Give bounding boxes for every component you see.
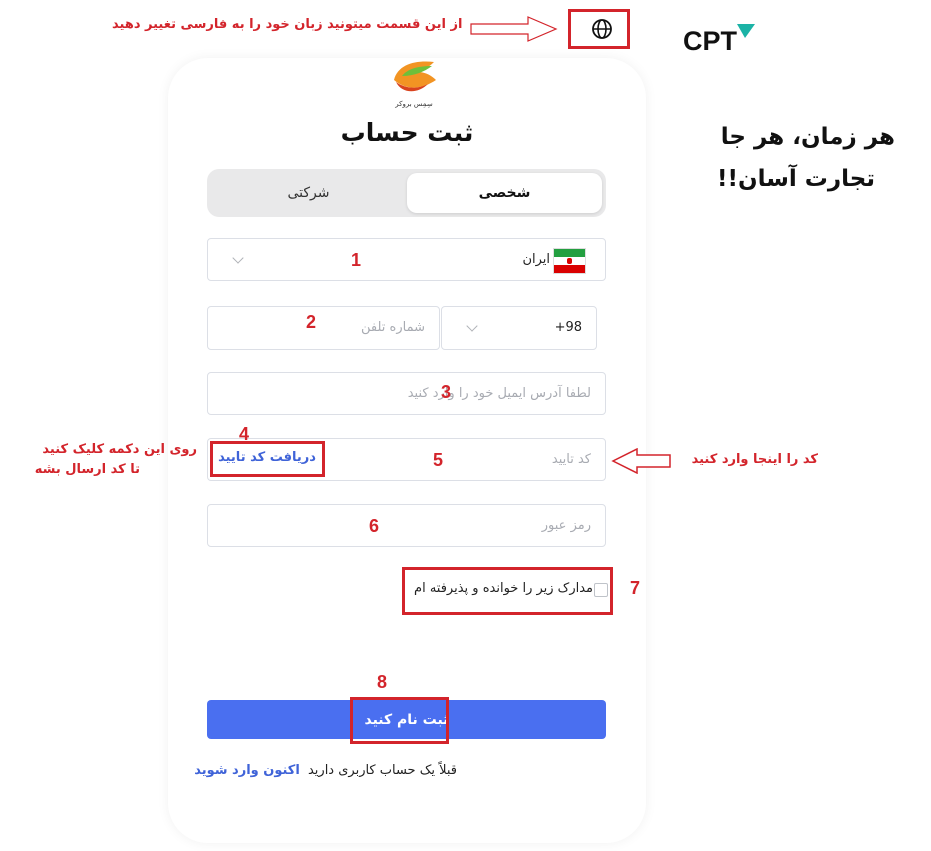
phone-code-select[interactable]: +98 [441, 306, 597, 350]
iran-flag-icon [553, 248, 586, 274]
annotation-number-2: 2 [306, 312, 317, 332]
chevron-down-icon [232, 252, 244, 264]
get-code-hint-line2: تا کد ارسال بشه [34, 462, 140, 477]
phone-code-value: +98 [554, 320, 582, 335]
terms-label: مدارک زیر را خوانده و پذیرفته ام [414, 581, 593, 596]
language-hint-annotation: از این قسمت میتونید زبان خود را به فارسی… [112, 17, 463, 32]
country-select[interactable]: ایران [207, 238, 606, 281]
password-placeholder: رمز عبور [541, 518, 591, 533]
site-logo-icon [394, 61, 436, 92]
email-input[interactable]: لطفا آدرس ایمیل خود را وارد کنید [207, 372, 606, 415]
get-code-button[interactable]: دریافت کد تایید [214, 450, 320, 465]
verification-placeholder: کد تایید [551, 452, 591, 467]
chevron-down-icon [466, 320, 478, 332]
terms-checkbox[interactable] [594, 583, 608, 597]
tab-company[interactable]: شرکتی [211, 173, 406, 213]
logo-accent-icon [737, 24, 755, 38]
annotation-number-7: 7 [630, 578, 641, 598]
slogan-line2: تجارت آسان!! [717, 166, 875, 192]
page-title: ثبت حساب [340, 118, 474, 147]
password-input[interactable]: رمز عبور [207, 504, 606, 547]
login-prompt-text: قبلاً یک حساب کاربری دارید [307, 763, 457, 778]
phone-placeholder: شماره تلفن [361, 320, 425, 335]
annotation-number-6: 6 [369, 516, 380, 536]
annotation-number-8: 8 [377, 672, 388, 692]
country-value: ایران [522, 252, 550, 267]
phone-number-input[interactable]: شماره تلفن [207, 306, 440, 350]
login-link[interactable]: اکنون وارد شوید [194, 763, 300, 778]
cpt-logo: CPT [683, 24, 755, 60]
slogan-line1: هر زمان، هر جا [720, 124, 895, 150]
annotation-number-4: 4 [239, 424, 250, 444]
annotation-number-5: 5 [433, 450, 444, 470]
language-button[interactable] [590, 17, 614, 41]
site-logo-caption: سِمِس بروکر [395, 100, 433, 108]
get-code-hint-line1: روی این دکمه کلیک کنید [42, 442, 197, 457]
site-logo: سِمِس بروکر [388, 58, 440, 108]
email-placeholder: لطفا آدرس ایمیل خود را وارد کنید [407, 386, 591, 401]
code-field-hint-annotation: کد را اینجا وارد کنید [691, 452, 818, 467]
account-type-tabs: شخصی شرکتی [207, 169, 606, 217]
login-prompt: قبلاً یک حساب کاربری دارید اکنون وارد شو… [194, 763, 457, 778]
arrow-right-annotation [470, 16, 558, 42]
globe-icon [592, 19, 612, 39]
tab-personal[interactable]: شخصی [407, 173, 602, 213]
arrow-left-annotation [611, 448, 671, 474]
annotation-number-3: 3 [441, 382, 452, 402]
submit-highlight-box [350, 697, 449, 744]
annotation-number-1: 1 [351, 250, 362, 270]
